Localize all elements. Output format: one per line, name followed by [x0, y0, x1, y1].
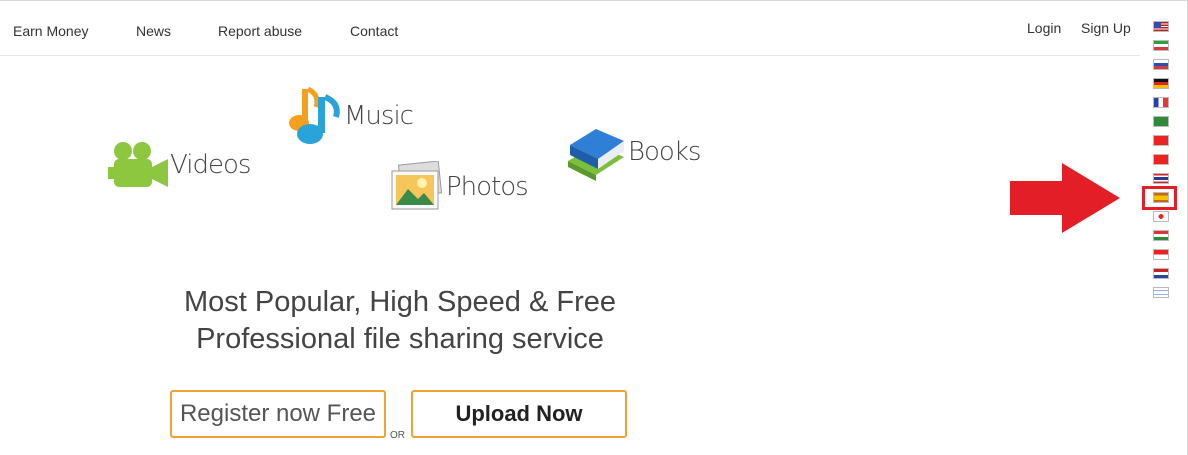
category-music-label: Music — [344, 101, 414, 131]
flag-hu-icon[interactable] — [1153, 230, 1169, 241]
top-navigation: Earn Money News Report abuse Contact Log… — [0, 1, 1140, 56]
books-icon — [568, 129, 624, 181]
category-books[interactable]: Books — [566, 123, 701, 181]
category-photos[interactable]: Photos — [390, 161, 529, 213]
flag-fr-icon[interactable] — [1153, 97, 1169, 108]
category-photos-label: Photos — [446, 172, 529, 202]
flag-id-icon[interactable] — [1153, 249, 1169, 260]
red-arrow-icon — [1010, 163, 1120, 233]
category-books-label: Books — [628, 137, 701, 167]
login-link[interactable]: Login — [1027, 20, 1061, 36]
category-music[interactable]: Music — [286, 85, 414, 147]
music-note-icon — [289, 86, 340, 144]
flag-th-icon[interactable] — [1153, 173, 1169, 184]
headline: Most Popular, High Speed & Free Professi… — [120, 284, 680, 358]
nav-report-abuse-link[interactable]: Report abuse — [218, 23, 302, 39]
flag-il-icon[interactable] — [1153, 287, 1169, 298]
photos-icon — [391, 161, 443, 210]
category-videos-label: Videos — [170, 150, 251, 180]
flag-highlight-box — [1142, 186, 1177, 210]
nav-contact-link[interactable]: Contact — [350, 23, 398, 39]
signup-link[interactable]: Sign Up — [1081, 20, 1131, 36]
category-videos[interactable]: Videos — [108, 139, 251, 191]
nav-earn-money-link[interactable]: Earn Money — [13, 23, 88, 39]
flag-ru-icon[interactable] — [1153, 59, 1169, 70]
flag-ir-icon[interactable] — [1153, 40, 1169, 51]
flag-us-icon[interactable] — [1153, 21, 1169, 32]
video-camera-icon — [108, 142, 168, 187]
register-button[interactable]: Register now Free — [170, 390, 386, 438]
flag-de-icon[interactable] — [1153, 78, 1169, 89]
or-separator: OR — [390, 430, 405, 441]
flag-jp-icon[interactable] — [1153, 211, 1169, 222]
flag-sa-icon[interactable] — [1153, 116, 1169, 127]
flag-nl-icon[interactable] — [1153, 268, 1169, 279]
headline-line-2: Professional file sharing service — [196, 323, 604, 355]
flag-tr-icon[interactable] — [1153, 135, 1169, 146]
nav-news-link[interactable]: News — [136, 23, 171, 39]
headline-line-1: Most Popular, High Speed & Free — [183, 286, 616, 318]
flag-cn-icon[interactable] — [1153, 154, 1169, 165]
upload-button[interactable]: Upload Now — [411, 390, 627, 438]
